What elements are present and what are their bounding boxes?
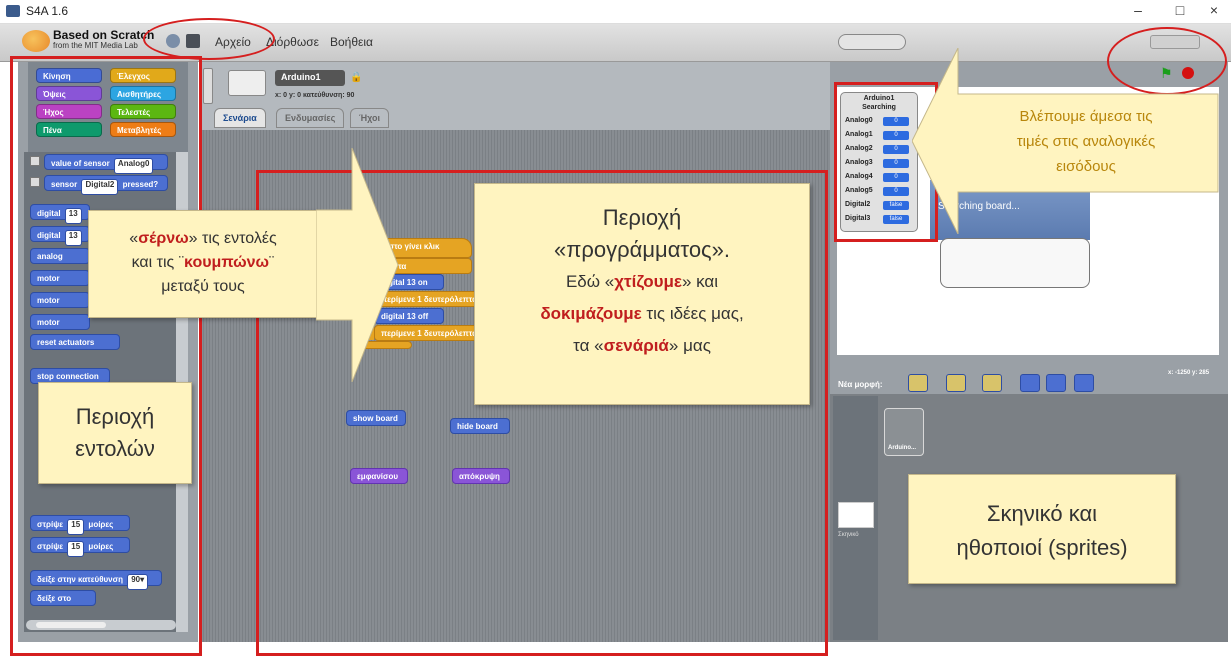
paint-sprite-icon[interactable] (908, 374, 928, 392)
logo-subtitle: from the MIT Media Lab (53, 41, 138, 50)
tab-costumes[interactable]: Ενδυμασίες (276, 108, 345, 128)
stage-thumbnail[interactable] (838, 502, 874, 528)
callout-text: » μας (668, 336, 711, 355)
callout-text: Εδώ « (565, 272, 615, 291)
callout-values: Βλέπουμε άμεσα τις τιμές στις αναλογικές… (966, 104, 1206, 179)
sprite-name-field[interactable]: Arduino1 (275, 70, 345, 86)
callout-text: «προγράμματος». (553, 237, 731, 262)
random-sprite-icon[interactable] (982, 374, 1002, 392)
arduino-sprite-icon[interactable] (1074, 374, 1094, 392)
callout-line: τα «σενάριά» μας (475, 330, 809, 362)
arduino-sprite-thumbnail (228, 70, 266, 96)
callout-drag: «σέρνω» τις εντολές και τις ¨κουμπώνω¨ μ… (88, 210, 318, 318)
highlight-box-commands (10, 56, 202, 656)
callout-emph: κουμπώνω (184, 254, 270, 271)
callout-line: και τις ¨κουμπώνω¨ (89, 251, 317, 275)
callout-text: και τις ¨ (131, 254, 185, 271)
callout-drag-arrow (316, 148, 399, 382)
callout-text: Περιοχή (75, 404, 155, 429)
new-sprite-label: Νέα μορφή: (838, 380, 883, 389)
close-button[interactable]: × (1204, 2, 1224, 18)
callout-line: Εδώ «χτίζουμε» και (475, 266, 809, 298)
callout-emph: χτίζουμε (614, 272, 682, 291)
arduino-board-image (940, 238, 1090, 288)
scratch-logo-icon (22, 30, 50, 52)
minimize-button[interactable]: – (1128, 2, 1148, 18)
callout-text: » και (681, 272, 719, 291)
maximize-button[interactable]: □ (1170, 2, 1190, 18)
callout-text: τα « (573, 336, 604, 355)
arduino-sprite-icon[interactable] (1020, 374, 1040, 392)
callout-text: ηθοποιοί (sprites) (956, 535, 1128, 560)
callout-text: μεταξύ τους (161, 278, 245, 295)
sprite-coordinates: x: 0 y: 0 κατεύθυνση: 90 (275, 92, 355, 99)
callout-program: Περιοχή «προγράμματος». Εδώ «χτίζουμε» κ… (474, 183, 810, 405)
arduino-sprite-icon[interactable] (1046, 374, 1066, 392)
highlight-ellipse-menu (143, 18, 275, 60)
rotation-style-buttons[interactable] (203, 68, 213, 104)
callout-line: δοκιμάζουμε τις ιδέες μας, (475, 298, 809, 330)
callout-text: τιμές στις αναλογικές (1016, 133, 1156, 150)
window-title: S4A 1.6 (26, 4, 69, 18)
choose-sprite-icon[interactable] (946, 374, 966, 392)
callout-stage: Σκηνικό και ηθοποιοί (sprites) (908, 474, 1176, 584)
callout-text: Σκηνικό και (986, 501, 1098, 526)
callout-emph: σενάριά (603, 336, 669, 355)
tab-sounds[interactable]: Ήχοι (350, 108, 390, 128)
callout-text: εισόδους (1056, 158, 1116, 175)
menu-help[interactable]: Βοήθεια (330, 35, 373, 49)
tab-scripts[interactable]: Σενάρια (214, 108, 266, 128)
stage-label: Σκηνικό (838, 532, 859, 538)
callout-emph: σέρνω (138, 230, 189, 247)
screenshot-root: S4A 1.6 – □ × Based on Scratch from the … (0, 0, 1231, 656)
callout-text: εντολών (75, 436, 155, 461)
callout-text: « (129, 230, 139, 247)
callout-text: τις ιδέες μας, (641, 304, 744, 323)
callout-text: Βλέπουμε άμεσα τις (1019, 108, 1153, 125)
callout-commands: Περιοχή εντολών (38, 382, 192, 484)
logo-title: Based on Scratch (53, 28, 155, 42)
toolbar-tools[interactable] (838, 34, 906, 50)
callout-text: ¨ (269, 254, 275, 271)
mouse-coords: x: -1250 y: 285 (1168, 370, 1210, 376)
callout-text: Περιοχή (602, 205, 682, 230)
app-icon (6, 5, 20, 17)
lock-icon[interactable]: 🔒 (350, 72, 362, 83)
callout-line: «σέρνω» τις εντολές (89, 227, 317, 251)
callout-emph: δοκιμάζουμε (540, 304, 642, 323)
callout-text: » τις εντολές (188, 230, 277, 247)
sprite-item-label: Arduino... (888, 445, 916, 451)
